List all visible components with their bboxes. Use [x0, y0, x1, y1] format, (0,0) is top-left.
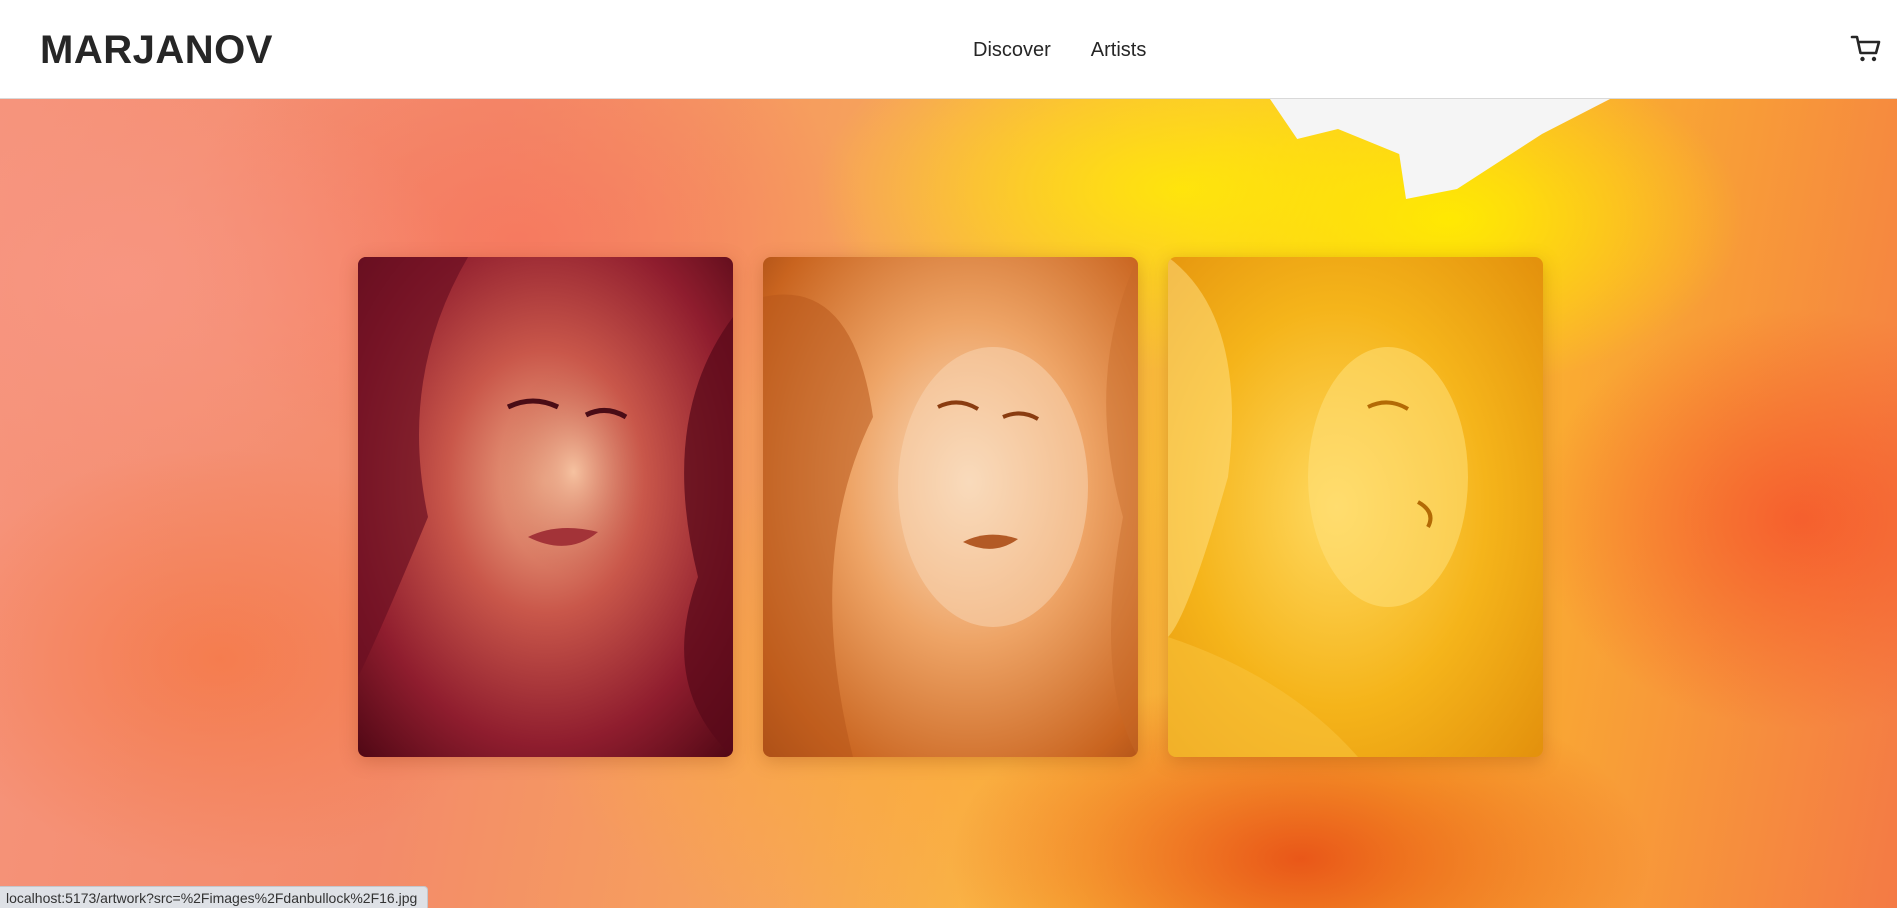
artwork-card-2[interactable] — [763, 257, 1138, 757]
site-header: MARJANOV Discover Artists — [0, 0, 1897, 99]
hero-section — [0, 99, 1897, 908]
main-nav: Discover Artists — [973, 36, 1146, 64]
nav-artists-link[interactable]: Artists — [1091, 36, 1147, 64]
artwork-gallery — [358, 257, 1543, 757]
status-bar-url: localhost:5173/artwork?src=%2Fimages%2Fd… — [0, 886, 429, 908]
site-logo[interactable]: MARJANOV — [40, 26, 273, 74]
artwork-portrait-orange — [763, 257, 1138, 757]
artwork-card-3[interactable] — [1168, 257, 1543, 757]
artwork-card-1[interactable] — [358, 257, 733, 757]
shopping-cart-icon[interactable] — [1850, 33, 1882, 65]
nav-discover-link[interactable]: Discover — [973, 36, 1051, 64]
artwork-portrait-yellow — [1168, 257, 1543, 757]
hero-background-highlight — [1270, 99, 1610, 199]
artwork-portrait-crimson — [358, 257, 733, 757]
